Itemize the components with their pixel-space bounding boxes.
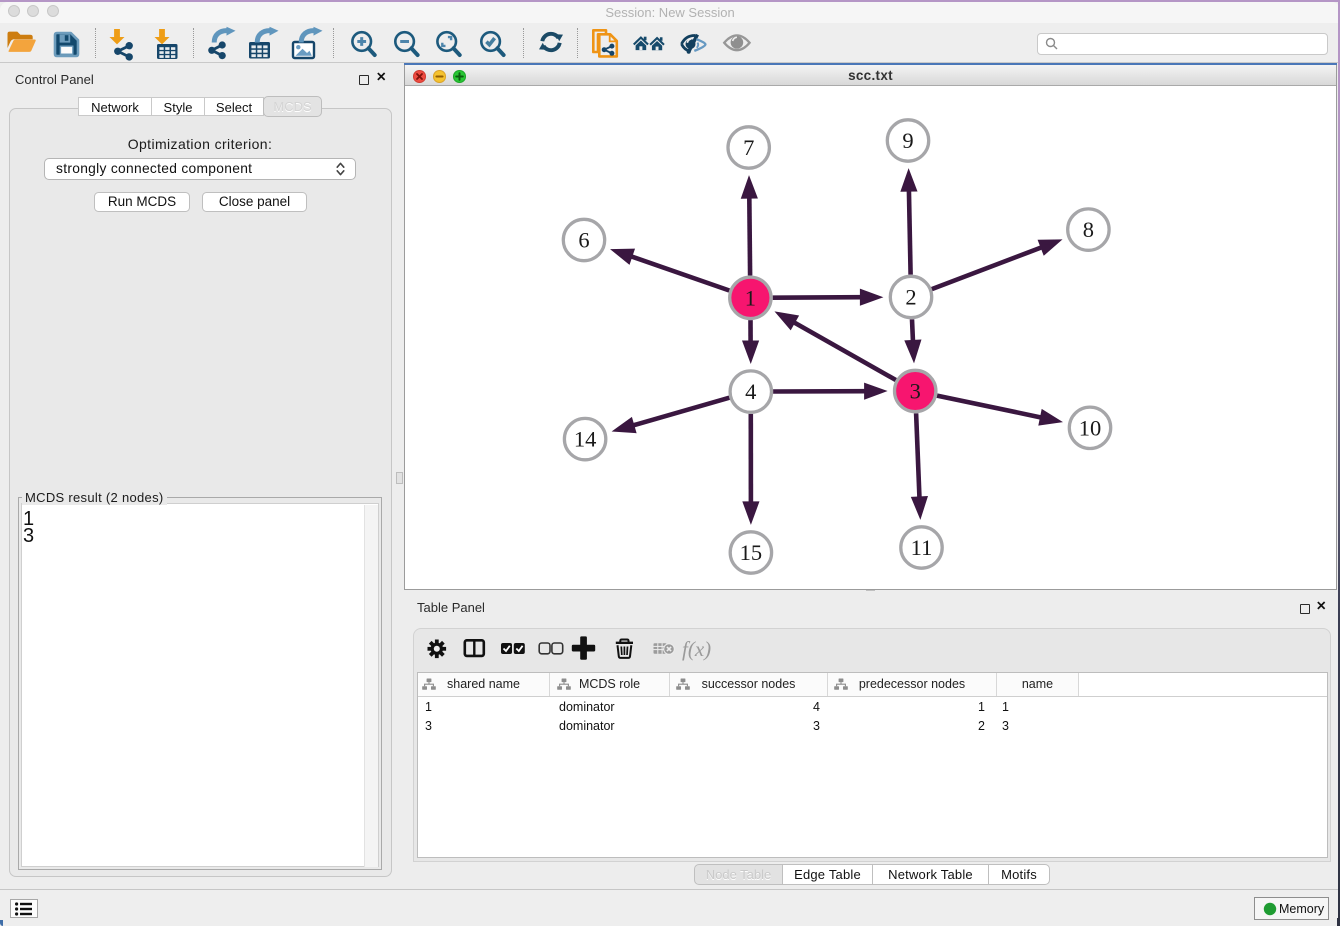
svg-text:8: 8 bbox=[1083, 217, 1094, 242]
svg-text:14: 14 bbox=[574, 427, 597, 452]
svg-text:9: 9 bbox=[902, 128, 913, 153]
svg-text:11: 11 bbox=[911, 535, 933, 560]
svg-text:2: 2 bbox=[905, 285, 916, 310]
svg-text:6: 6 bbox=[578, 228, 589, 253]
svg-text:f(x): f(x) bbox=[682, 637, 711, 661]
svg-text:15: 15 bbox=[740, 540, 763, 565]
svg-text:1: 1 bbox=[745, 285, 756, 310]
svg-text:3: 3 bbox=[910, 379, 921, 404]
svg-text:7: 7 bbox=[743, 135, 754, 160]
svg-text:10: 10 bbox=[1079, 415, 1102, 440]
svg-text:4: 4 bbox=[745, 379, 756, 404]
